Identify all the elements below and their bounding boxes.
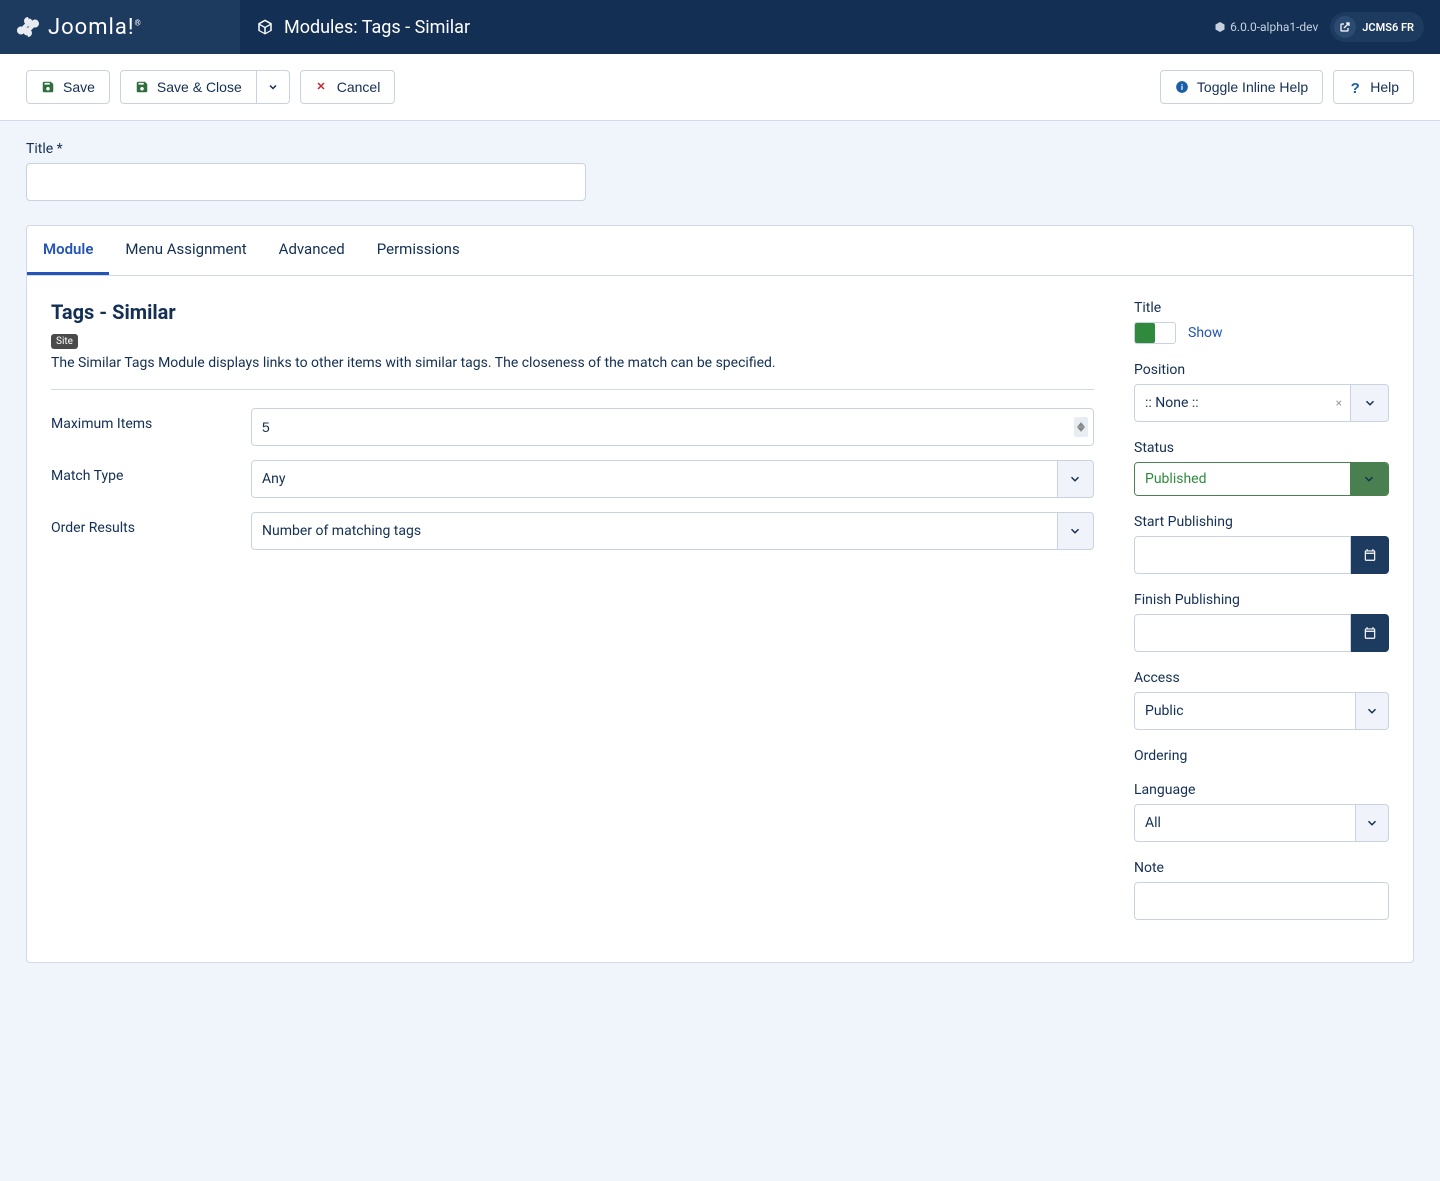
number-spinner[interactable] xyxy=(1074,417,1088,437)
label-access: Access xyxy=(1134,670,1389,686)
access-select[interactable]: Public xyxy=(1134,692,1389,730)
label-ordering: Ordering xyxy=(1134,748,1389,764)
label-order-results: Order Results xyxy=(51,512,251,536)
user-menu[interactable]: JCMS6 FR xyxy=(1330,12,1424,42)
max-items-input[interactable] xyxy=(251,408,1094,446)
row-match-type: Match Type Any xyxy=(51,460,1094,498)
tab-content: Tags - Similar Site The Similar Tags Mod… xyxy=(27,276,1413,962)
logo-text: Joomla!® xyxy=(48,15,142,40)
module-description: The Similar Tags Module displays links t… xyxy=(51,355,1094,371)
divider xyxy=(51,389,1094,390)
label-position: Position xyxy=(1134,362,1389,378)
label-note: Note xyxy=(1134,860,1389,876)
save-icon xyxy=(135,80,149,94)
title-input[interactable] xyxy=(26,163,586,201)
field-start-publishing: Start Publishing xyxy=(1134,514,1389,574)
chevron-down-icon xyxy=(1058,460,1094,498)
field-finish-publishing: Finish Publishing xyxy=(1134,592,1389,652)
row-max-items: Maximum Items xyxy=(51,408,1094,446)
label-language: Language xyxy=(1134,782,1389,798)
side-column: Title Show Position :: None :: × xyxy=(1134,300,1389,938)
chevron-down-icon xyxy=(267,81,279,93)
finish-pub-input[interactable] xyxy=(1134,614,1351,652)
label-finish-pub: Finish Publishing xyxy=(1134,592,1389,608)
field-note: Note xyxy=(1134,860,1389,920)
save-close-dropdown[interactable] xyxy=(256,70,290,104)
title-toggle[interactable] xyxy=(1134,322,1176,344)
main-column: Tags - Similar Site The Similar Tags Mod… xyxy=(51,300,1094,938)
label-title: Title xyxy=(1134,300,1389,316)
field-status: Status Published xyxy=(1134,440,1389,496)
tab-module[interactable]: Module xyxy=(27,226,109,275)
field-access: Access Public xyxy=(1134,670,1389,730)
language-select[interactable]: All xyxy=(1134,804,1389,842)
field-title-toggle: Title Show xyxy=(1134,300,1389,344)
match-type-select[interactable]: Any xyxy=(251,460,1094,498)
action-toolbar: Save Save & Close Cancel Toggle Inline H… xyxy=(0,54,1440,121)
chevron-down-icon xyxy=(1356,804,1389,842)
cube-icon xyxy=(256,18,274,36)
order-results-select[interactable]: Number of matching tags xyxy=(251,512,1094,550)
help-button[interactable]: ? Help xyxy=(1333,70,1414,104)
toggle-inline-help-button[interactable]: Toggle Inline Help xyxy=(1160,70,1323,104)
field-ordering: Ordering xyxy=(1134,748,1389,764)
cancel-button[interactable]: Cancel xyxy=(300,70,396,104)
tabs: Module Menu Assignment Advanced Permissi… xyxy=(27,226,1413,276)
position-select[interactable]: :: None :: × xyxy=(1134,384,1389,422)
chevron-down-icon xyxy=(1356,692,1389,730)
chevron-down-icon xyxy=(1058,512,1094,550)
save-close-button[interactable]: Save & Close xyxy=(120,70,256,104)
clear-icon[interactable]: × xyxy=(1336,396,1342,410)
external-link-icon xyxy=(1334,16,1356,38)
row-order-results: Order Results Number of matching tags xyxy=(51,512,1094,550)
tab-menu-assignment[interactable]: Menu Assignment xyxy=(109,226,262,275)
label-start-pub: Start Publishing xyxy=(1134,514,1389,530)
module-heading: Tags - Similar xyxy=(51,300,1094,324)
calendar-button[interactable] xyxy=(1351,614,1389,652)
note-input[interactable] xyxy=(1134,882,1389,920)
page-title-bar: Modules: Tags - Similar xyxy=(240,17,1198,38)
save-button[interactable]: Save xyxy=(26,70,110,104)
cancel-icon xyxy=(315,80,329,94)
start-pub-input[interactable] xyxy=(1134,536,1351,574)
title-label: Title * xyxy=(26,141,1414,157)
field-position: Position :: None :: × xyxy=(1134,362,1389,422)
topbar-right: 6.0.0-alpha1-dev JCMS6 FR xyxy=(1198,12,1440,42)
info-icon xyxy=(1175,80,1189,94)
chevron-down-icon xyxy=(1351,384,1389,422)
label-match-type: Match Type xyxy=(51,460,251,484)
tab-permissions[interactable]: Permissions xyxy=(361,226,476,275)
calendar-button[interactable] xyxy=(1351,536,1389,574)
calendar-icon xyxy=(1363,626,1377,640)
tab-advanced[interactable]: Advanced xyxy=(263,226,361,275)
save-icon xyxy=(41,80,55,94)
label-max-items: Maximum Items xyxy=(51,408,251,432)
page-title: Modules: Tags - Similar xyxy=(284,17,470,38)
tabs-container: Module Menu Assignment Advanced Permissi… xyxy=(26,225,1414,963)
version-badge[interactable]: 6.0.0-alpha1-dev xyxy=(1214,20,1318,34)
joomla-logo-icon xyxy=(16,15,40,39)
calendar-icon xyxy=(1363,548,1377,562)
chevron-down-icon xyxy=(1350,463,1388,495)
toggle-text: Show xyxy=(1188,325,1223,341)
save-close-group: Save & Close xyxy=(120,70,290,104)
site-badge: Site xyxy=(51,334,78,349)
logo-area[interactable]: Joomla!® xyxy=(0,0,240,54)
help-icon: ? xyxy=(1348,80,1362,94)
content-area: Title * Module Menu Assignment Advanced … xyxy=(0,121,1440,983)
label-status: Status xyxy=(1134,440,1389,456)
field-language: Language All xyxy=(1134,782,1389,842)
status-select[interactable]: Published xyxy=(1134,462,1389,496)
topbar: Joomla!® Modules: Tags - Similar 6.0.0-a… xyxy=(0,0,1440,54)
